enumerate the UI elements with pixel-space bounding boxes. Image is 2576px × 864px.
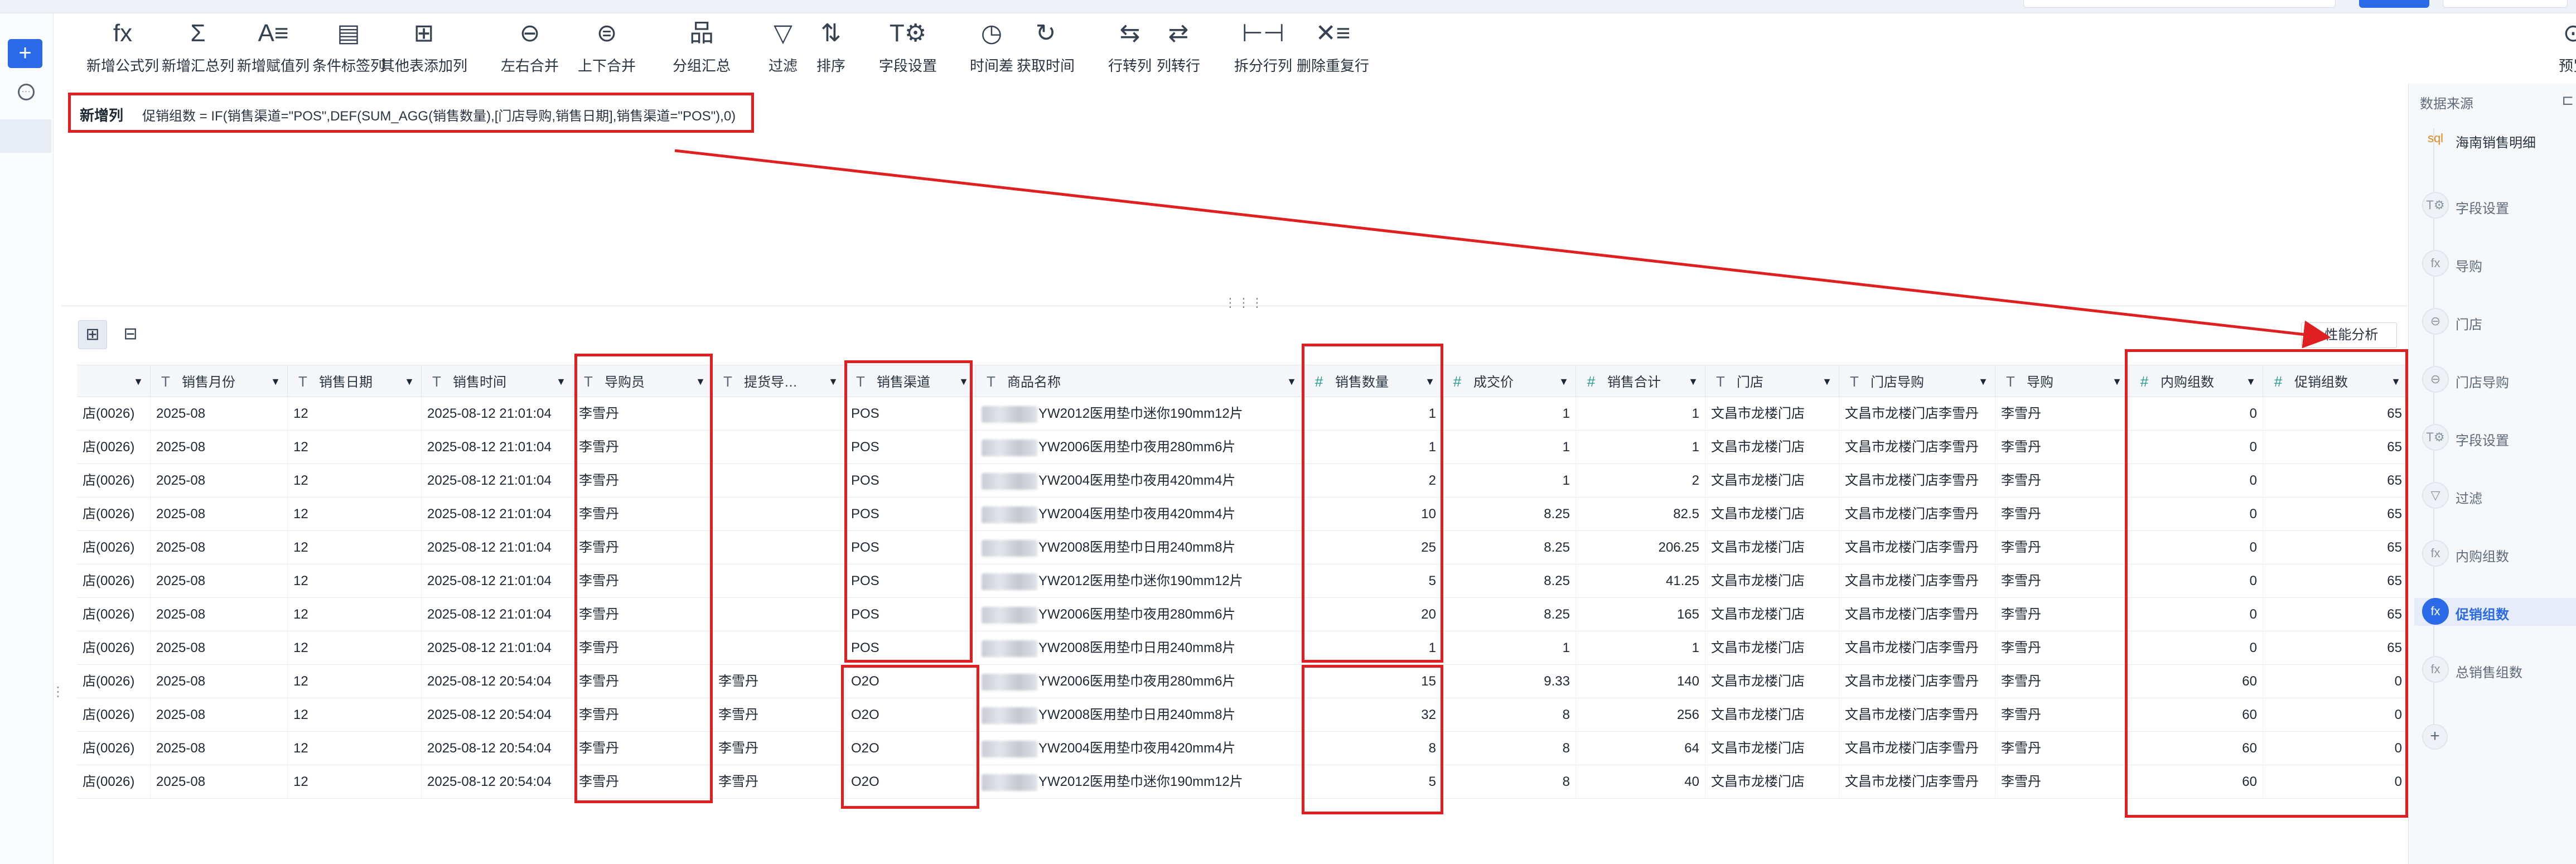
annotation-arrow (674, 149, 2331, 349)
annotation-layer (674, 149, 2331, 349)
